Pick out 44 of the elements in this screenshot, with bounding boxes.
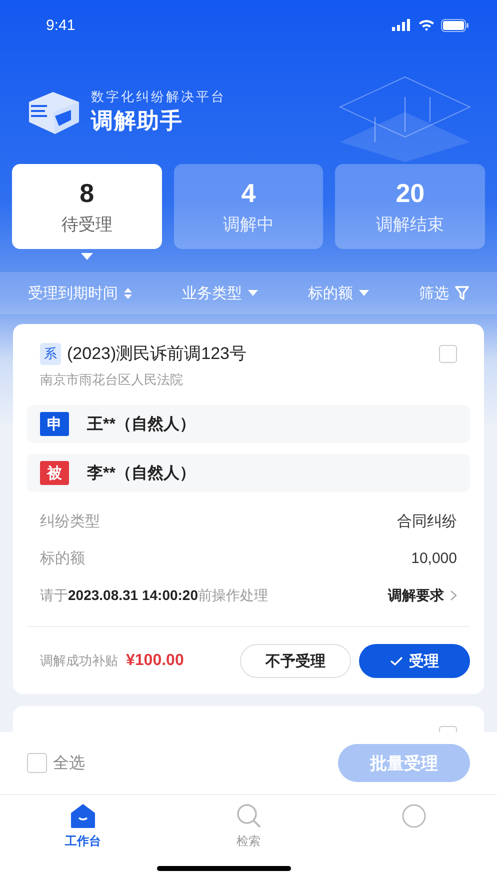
- case-checkbox[interactable]: [439, 344, 457, 362]
- status-tab[interactable]: 4 调解中: [174, 164, 324, 249]
- field-label: 标的额: [40, 549, 85, 568]
- filter-icon: [455, 286, 469, 300]
- select-all-checkbox[interactable]: 全选: [27, 752, 85, 774]
- nav-tab[interactable]: 检索: [166, 795, 332, 851]
- filter-dropdown[interactable]: 标的额: [308, 284, 369, 302]
- court-name: 南京市雨花台区人民法院: [39, 371, 184, 389]
- caret-icon: [359, 290, 369, 296]
- party-name: 王**（自然人）: [87, 414, 196, 434]
- field-value: 10,000: [411, 550, 457, 567]
- case-number: (2023)测民诉前调123号: [67, 343, 248, 365]
- party-role-badge: 被: [40, 461, 69, 485]
- field-label: 纠纷类型: [40, 512, 100, 531]
- filter-dropdown[interactable]: 受理到期时间: [28, 284, 132, 302]
- requirements-link[interactable]: 调解要求: [388, 586, 457, 604]
- app-title: 调解助手: [91, 107, 184, 135]
- deadline-text: 请于2023.08.31 14:00:20前操作处理: [40, 586, 268, 604]
- check-icon: [390, 656, 403, 666]
- nav-tab[interactable]: 工作台: [0, 795, 166, 851]
- party-name: 李**（自然人）: [87, 464, 196, 484]
- signal-icon: [392, 19, 412, 31]
- accept-button[interactable]: 受理: [359, 644, 470, 678]
- platform-subtitle: 数字化纠纷解决平台: [91, 88, 226, 106]
- search-icon: [234, 803, 262, 829]
- status-tab[interactable]: 20 调解结束: [335, 164, 486, 249]
- wifi-icon: [418, 19, 435, 31]
- filter-dropdown[interactable]: 筛选: [419, 284, 469, 302]
- subsidy-label: 调解成功补贴: [40, 652, 118, 670]
- battery-icon: [441, 18, 469, 32]
- party-role-badge: 申: [40, 412, 69, 436]
- status-time: 9:41: [46, 16, 76, 34]
- subsidy-amount: ¥100.00: [126, 652, 184, 670]
- sort-icon: [124, 288, 132, 298]
- status-tab[interactable]: 8 待受理: [12, 164, 162, 249]
- filter-dropdown[interactable]: 业务类型: [182, 284, 258, 302]
- chevron-icon: [450, 590, 457, 601]
- case-tag: 系: [40, 342, 61, 364]
- circle-icon: [401, 803, 428, 829]
- reject-button[interactable]: 不予受理: [240, 644, 351, 678]
- home-icon: [68, 803, 97, 829]
- field-value: 合同纠纷: [397, 512, 457, 531]
- caret-icon: [248, 290, 258, 296]
- pointer-icon: [80, 253, 93, 260]
